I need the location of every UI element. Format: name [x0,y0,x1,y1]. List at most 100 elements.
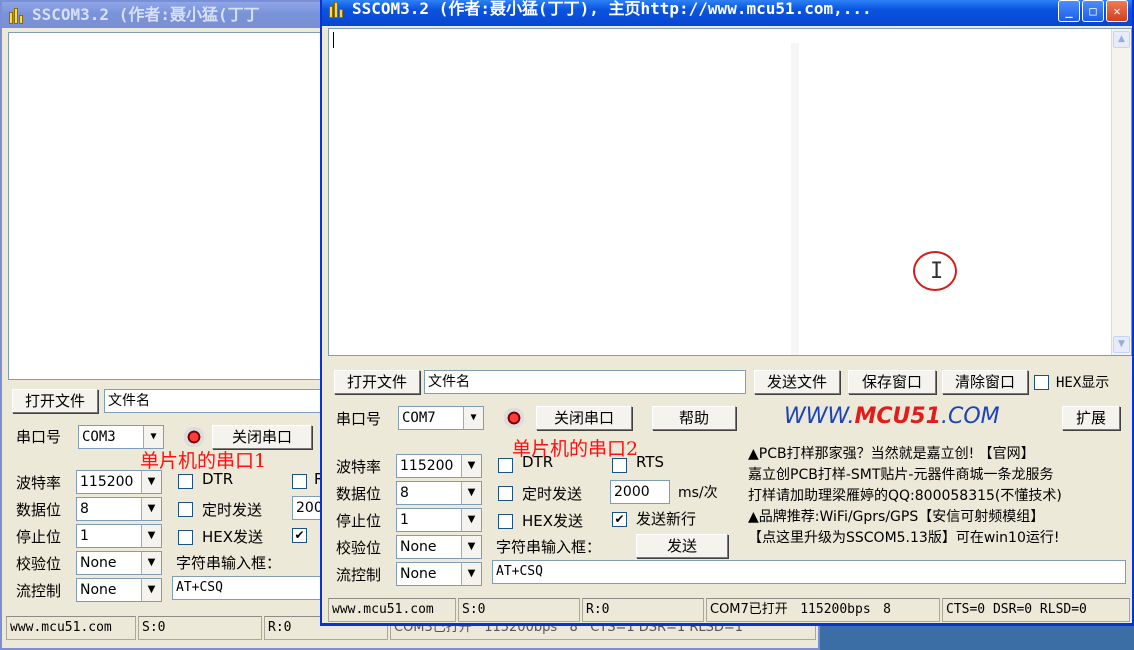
window-title-back: SSCOM3.2 (作者:聂小猛(丁丁 [32,5,260,24]
databits-select[interactable]: 8 ▼ [396,481,482,505]
databits-select-back[interactable]: 8 ▼ [76,497,162,521]
receive-area-back[interactable] [8,32,322,380]
hex-display-label: HEX显示 [1056,375,1110,391]
ad-line-1[interactable]: ▲PCB打样那家强？当然就是嘉立创! 【官网】 [748,444,1062,465]
save-window-button[interactable]: 保存窗口 [848,370,936,394]
chevron-down-icon: ▼ [141,552,161,574]
flow-label-back: 流控制 [16,582,62,600]
flow-select-back[interactable]: None ▼ [76,578,162,602]
port-status-led-icon [504,408,524,428]
ad-line-5[interactable]: 【点这里升级为SSCOM5.13版】可在win10运行! [748,528,1062,549]
mcu51-website-link[interactable]: WWW.MCU51.COM [784,404,1000,429]
file-name-field[interactable]: 文件名 [424,370,746,394]
port-status-led-icon [184,427,204,447]
timed-send-checkbox-back[interactable] [178,502,193,517]
port-label-back: 串口号 [16,428,62,446]
expand-button[interactable]: 扩展 [1062,406,1120,430]
ad-line-3[interactable]: 打样请加助理梁雁婷的QQ:800058315(不懂技术) [748,486,1062,507]
port-label: 串口号 [336,410,382,428]
ad-line-2[interactable]: 嘉立创PCB打样-SMT贴片-元器件商城一条龙服务 [748,465,1062,486]
send-text-field[interactable]: AT+CSQ [492,560,1126,584]
stopbits-label: 停止位 [336,512,382,530]
chevron-down-icon: ▼ [461,536,481,558]
maximize-icon[interactable]: □ [1082,0,1104,22]
chevron-down-icon: ▼ [141,525,161,547]
open-file-button[interactable]: 打开文件 [334,370,420,394]
timed-send-checkbox[interactable] [498,486,513,501]
flow-label: 流控制 [336,566,382,584]
clear-window-button[interactable]: 清除窗口 [942,370,1028,394]
rts-checkbox-back[interactable] [292,474,307,489]
chevron-down-icon: ▼ [461,482,481,504]
newline-checkbox-back[interactable]: ✔ [292,528,307,543]
send-button[interactable]: 发送 [636,534,728,558]
open-file-button-back[interactable]: 打开文件 [12,389,98,413]
chevron-down-icon: ▼ [141,471,161,493]
status-site: www.mcu51.com [328,598,456,622]
hex-display-checkbox[interactable] [1034,375,1049,390]
databits-label: 数据位 [336,485,382,503]
baud-select-back[interactable]: 115200 ▼ [76,470,162,494]
scroll-up-icon[interactable]: ▲ [1113,31,1130,48]
ad-panel[interactable]: ▲PCB打样那家强？当然就是嘉立创! 【官网】 嘉立创PCB打样-SMT贴片-元… [748,444,1062,549]
chevron-down-icon: ▼ [461,563,481,585]
title-bar-front[interactable]: SSCOM3.2 (作者:聂小猛(丁丁), 主页http://www.mcu51… [322,0,1132,26]
minimize-icon[interactable]: _ [1058,0,1080,22]
status-port-info: COM7已打开 115200bps 8 [706,598,940,622]
chevron-down-icon: ▼ [461,455,481,477]
desktop: SSCOM3.2 (作者:聂小猛(丁丁 打开文件 文件名 串口号 COM3 ▼ … [0,0,1134,650]
flow-select[interactable]: None ▼ [396,562,482,586]
stopbits-label-back: 停止位 [16,528,62,546]
sscom-app-icon [328,0,346,18]
stopbits-select-back[interactable]: 1 ▼ [76,524,162,548]
scroll-down-icon[interactable]: ▼ [1113,336,1130,353]
ad-line-4[interactable]: ▲品牌推荐:WiFi/Gprs/GPS【安信可射频模组】 [748,507,1062,528]
close-port-button[interactable]: 关闭串口 [536,406,632,430]
newline-checkbox[interactable]: ✔ [612,512,627,527]
chevron-down-icon: ▼ [141,579,161,601]
receive-area-front[interactable]: ▲ ▼ I [328,28,1132,356]
databits-label-back: 数据位 [16,501,62,519]
send-file-button[interactable]: 发送文件 [754,370,840,394]
hex-send-checkbox[interactable] [498,514,513,529]
newline-label: 发送新行 [636,510,697,528]
parity-select[interactable]: None ▼ [396,535,482,559]
window-title-front: SSCOM3.2 (作者:聂小猛(丁丁), 主页http://www.mcu51… [352,0,872,18]
dtr-checkbox[interactable] [498,458,513,473]
status-sent: S:0 [458,598,580,622]
stopbits-select[interactable]: 1 ▼ [396,508,482,532]
timed-send-label: 定时发送 [522,485,583,503]
sscom-window-front[interactable]: SSCOM3.2 (作者:聂小猛(丁丁), 主页http://www.mcu51… [320,0,1134,626]
parity-label: 校验位 [336,539,382,557]
chevron-down-icon: ▼ [141,498,161,520]
hex-send-label: HEX发送 [522,512,584,530]
text-caret [333,32,334,48]
text-cursor-icon: I [913,251,957,291]
hex-send-checkbox-back[interactable] [178,530,193,545]
close-icon[interactable]: ✕ [1106,0,1128,22]
serial1-annotation: 单片机的串口1 [140,450,267,472]
interval-unit-label: ms/次 [678,485,718,501]
parity-select-back[interactable]: None ▼ [76,551,162,575]
baud-select[interactable]: 115200 ▼ [396,454,482,478]
interval-field[interactable]: 2000 [610,480,670,504]
status-line-signals: CTS=0 DSR=0 RLSD=0 [942,598,1130,622]
timed-send-label-back: 定时发送 [202,501,263,519]
port-select[interactable]: COM7 ▼ [398,406,484,430]
dtr-checkbox-back[interactable] [178,474,193,489]
receive-scrollbar[interactable]: ▲ ▼ [1111,29,1131,355]
input-label-back: 字符串输入框： [176,554,282,572]
status-received: R:0 [582,598,704,622]
input-label: 字符串输入框： [496,538,602,556]
status-bar-front: www.mcu51.com S:0 R:0 COM7已打开 115200bps … [328,598,1130,622]
status-sent-back: S:0 [138,616,262,640]
file-name-field-back[interactable]: 文件名 [104,389,322,413]
status-site-back: www.mcu51.com [6,616,136,640]
column-shadow [791,43,799,355]
chevron-down-icon: ▼ [461,509,481,531]
chevron-down-icon: ▼ [143,426,163,448]
baud-label: 波特率 [336,458,382,476]
send-text-field-back[interactable]: AT+CSQ [172,576,326,600]
window-controls: _ □ ✕ [1058,0,1128,22]
help-button[interactable]: 帮助 [652,406,736,430]
